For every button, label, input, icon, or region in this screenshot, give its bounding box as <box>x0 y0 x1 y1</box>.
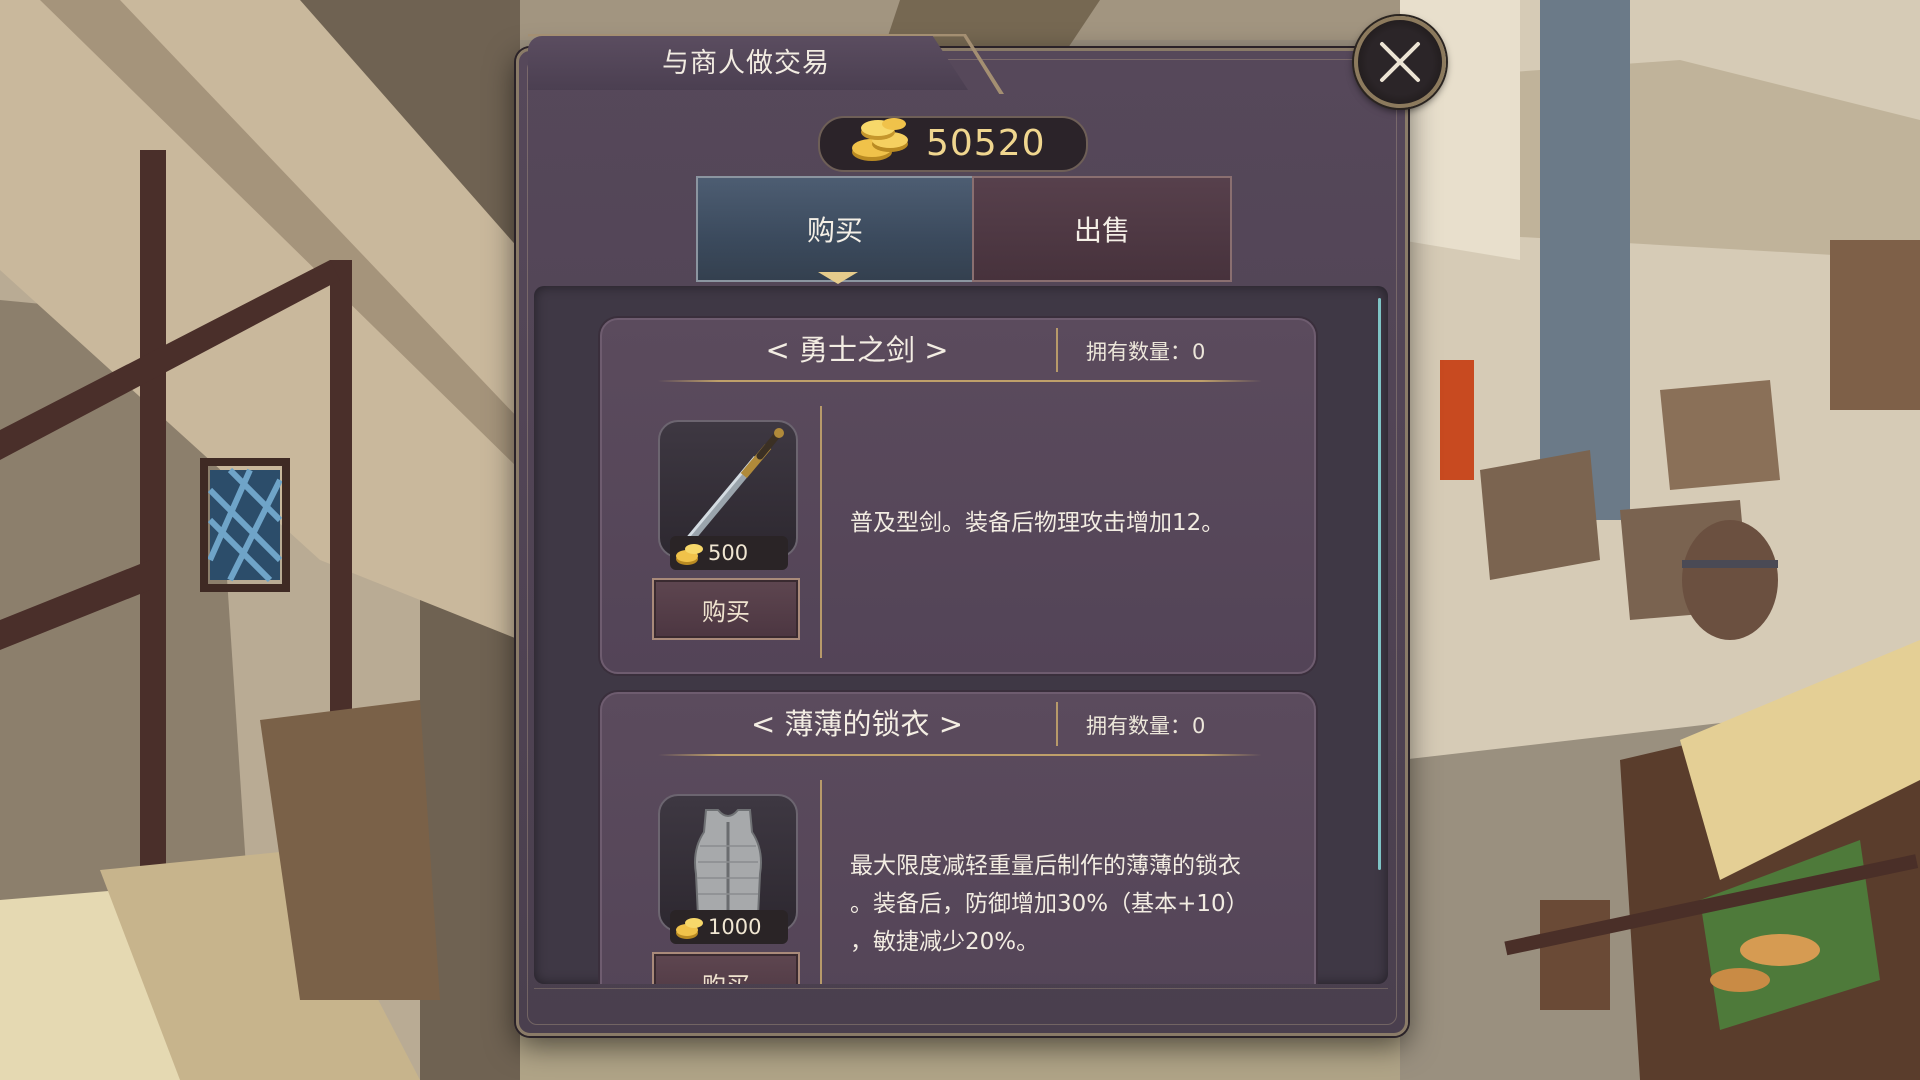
panel-footer <box>534 988 1388 1015</box>
item-description: 最大限度减轻重量后制作的薄薄的锁衣 。装备后，防御增加30%（基本+10） ，敏… <box>850 847 1300 961</box>
tab-sell-label: 出售 <box>1073 214 1130 247</box>
gold-coins-icon <box>676 544 703 565</box>
active-tab-indicator <box>818 272 858 284</box>
list-scrollbar[interactable] <box>1378 298 1381 870</box>
buy-button[interactable]: 购买 <box>652 952 800 984</box>
item-price: 1000 <box>708 915 762 939</box>
item-price: 500 <box>708 541 749 565</box>
gold-coins-icon <box>852 118 908 161</box>
divider <box>1056 328 1058 372</box>
divider <box>1056 702 1058 746</box>
divider <box>658 754 1262 756</box>
description-line: 普及型剑。装备后物理攻击增加12。 <box>850 510 1225 536</box>
close-x-icon <box>1380 42 1420 82</box>
owned-count: 0 <box>1192 340 1206 364</box>
gold-coins-icon <box>676 918 703 939</box>
item-card-sword: < 勇士之剑 > 拥有数量： 0 500 购买 普及型剑。装备后物理攻击增加12… <box>600 318 1316 674</box>
dialog-title: 与商人做交易 <box>662 48 830 79</box>
item-list: < 勇士之剑 > 拥有数量： 0 500 购买 普及型剑。装备后物理攻击增加12… <box>534 286 1388 984</box>
description-line: 。装备后，防御增加30%（基本+10） <box>850 891 1249 917</box>
item-name: < 薄薄的锁衣 > <box>750 707 964 741</box>
owned-count: 0 <box>1192 714 1206 738</box>
tab-sell[interactable]: 出售 <box>972 176 1232 282</box>
gold-amount: 50520 <box>926 123 1046 164</box>
divider <box>820 406 822 658</box>
description-line: 最大限度减轻重量后制作的薄薄的锁衣 <box>850 853 1241 879</box>
item-description: 普及型剑。装备后物理攻击增加12。 <box>850 504 1300 542</box>
item-card-chainmail: < 薄薄的锁衣 > 拥有数量： 0 1000 购买 最大限度减轻重量后制作的薄薄… <box>600 692 1316 984</box>
divider <box>820 780 822 984</box>
divider <box>658 380 1262 382</box>
owned-label: 拥有数量： <box>1086 714 1191 738</box>
owned-label: 拥有数量： <box>1086 340 1191 364</box>
tab-buy[interactable]: 购买 <box>696 176 974 282</box>
item-name: < 勇士之剑 > <box>765 333 949 367</box>
tab-buy-label: 购买 <box>806 214 863 247</box>
description-line: ，敏捷减少20%。 <box>850 929 1040 955</box>
close-button[interactable] <box>1354 16 1446 108</box>
buy-button[interactable]: 购买 <box>652 578 800 640</box>
